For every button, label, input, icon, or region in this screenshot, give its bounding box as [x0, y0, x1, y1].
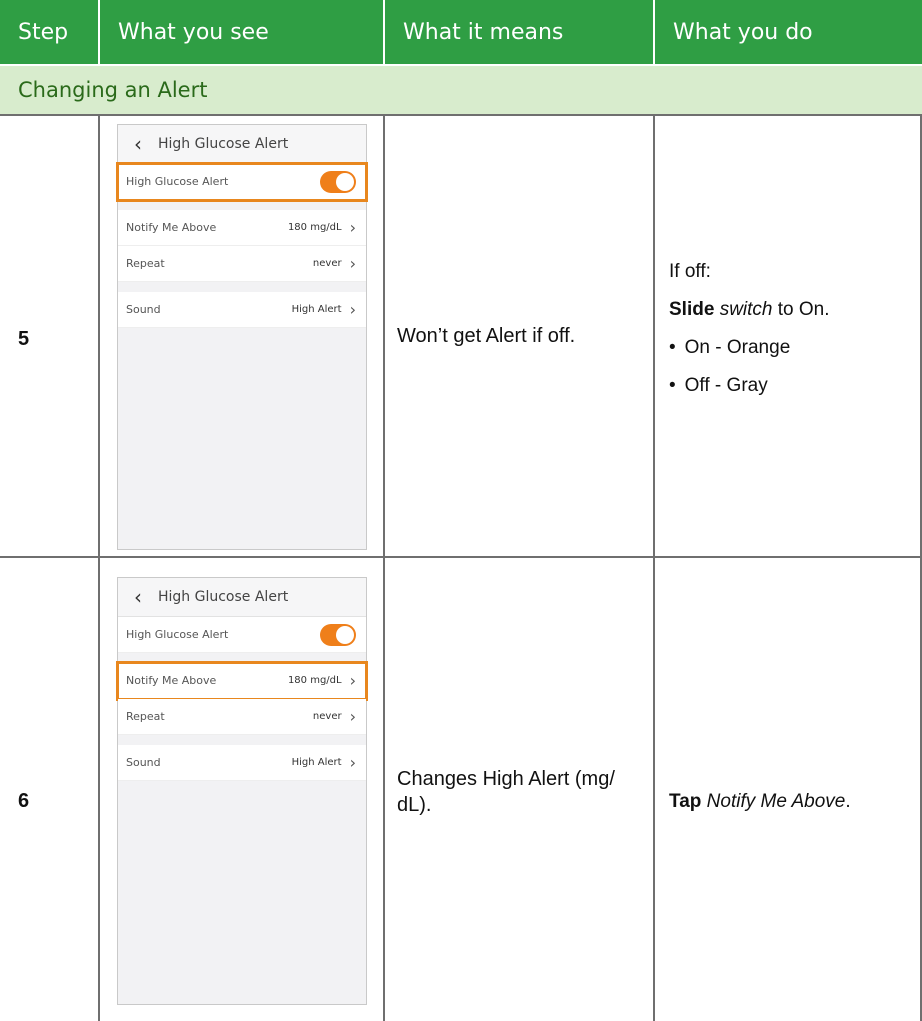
chevron-right-icon: › — [349, 218, 356, 237]
phone-row: Notify Me Above 180 mg/dL › — [118, 210, 366, 246]
bullet-item: On - Orange — [669, 336, 919, 360]
header-do-label: What you do — [673, 19, 813, 45]
header-see: What you see — [100, 0, 383, 64]
action-verb: Slide — [669, 299, 715, 320]
header-step-label: Step — [18, 19, 69, 45]
phone-row-value: High Alert — [291, 304, 342, 315]
row-divider — [0, 114, 922, 116]
phone-title-bar: ‹ High Glucose Alert — [118, 578, 366, 617]
phone-screenshot: ‹ High Glucose Alert High Glucose Alert … — [116, 577, 368, 1005]
action-instruction: Tap Notify Me Above. — [669, 790, 919, 814]
action-intro: If off: — [669, 261, 711, 282]
back-chevron-icon: ‹ — [134, 585, 142, 609]
phone-row: Sound High Alert › — [118, 292, 366, 328]
phone-row: Repeat never › — [118, 246, 366, 282]
phone-row: Repeat never › — [118, 699, 366, 735]
meaning-text: Won’t get Alert if off. — [397, 325, 576, 347]
phone-row-toggle: High Glucose Alert — [118, 617, 366, 653]
header-means-label: What it means — [403, 19, 564, 45]
toggle-switch-icon — [320, 170, 356, 193]
step-number: 6 — [18, 790, 30, 812]
col-divider — [383, 114, 385, 1021]
chevron-right-icon: › — [349, 254, 356, 273]
col-divider — [98, 114, 100, 1021]
phone-row-label: Sound — [126, 303, 161, 316]
chevron-right-icon: › — [349, 707, 356, 726]
action-verb: Tap — [669, 791, 702, 812]
phone-row-value: 180 mg/dL — [287, 675, 342, 686]
chevron-right-icon: › — [349, 753, 356, 772]
action-text: If off: Slide switch to On. On - Orange … — [669, 260, 919, 412]
phone-row-label: Repeat — [126, 710, 165, 723]
header-do: What you do — [655, 0, 922, 64]
row-divider — [0, 556, 922, 558]
action-rest: to On. — [772, 299, 830, 320]
bullet-item: Off - Gray — [669, 374, 919, 398]
phone-row-label: High Glucose Alert — [126, 175, 229, 188]
back-chevron-icon: ‹ — [134, 132, 142, 156]
meaning-text: Changes High Alert (mg/ dL). — [397, 768, 615, 816]
header-step: Step — [0, 0, 98, 64]
phone-row-label: Notify Me Above — [126, 221, 217, 234]
phone-title: High Glucose Alert — [158, 589, 289, 605]
phone-row-label: High Glucose Alert — [126, 628, 229, 641]
action-text: Tap Notify Me Above. — [669, 790, 919, 828]
phone-title: High Glucose Alert — [158, 136, 289, 152]
chevron-right-icon: › — [349, 671, 356, 690]
phone-row-label: Notify Me Above — [126, 674, 217, 687]
phone-row-value: never — [312, 711, 342, 722]
phone-row-value: High Alert — [291, 757, 342, 768]
phone-row: Notify Me Above 180 mg/dL › — [116, 661, 368, 701]
action-object: switch — [719, 299, 773, 320]
phone-title-bar: ‹ High Glucose Alert — [118, 125, 366, 164]
phone-screenshot: ‹ High Glucose Alert High Glucose Alert … — [116, 124, 368, 550]
action-rest: . — [845, 791, 851, 812]
header-see-label: What you see — [118, 19, 269, 45]
toggle-switch-icon — [320, 623, 356, 646]
col-divider — [653, 114, 655, 1021]
header-means: What it means — [385, 0, 653, 64]
phone-row-value: 180 mg/dL — [287, 222, 342, 233]
chevron-right-icon: › — [349, 300, 356, 319]
phone-row-value: never — [312, 258, 342, 269]
section-title: Changing an Alert — [0, 66, 922, 114]
action-bullets: On - Orange Off - Gray — [669, 336, 919, 398]
action-instruction: Slide switch to On. — [669, 298, 919, 322]
step-number: 5 — [18, 328, 30, 350]
phone-row-label: Repeat — [126, 257, 165, 270]
action-object: Notify Me Above — [706, 791, 846, 812]
phone-row-label: Sound — [126, 756, 161, 769]
phone-row: Sound High Alert › — [118, 745, 366, 781]
phone-row-toggle: High Glucose Alert — [116, 162, 368, 202]
